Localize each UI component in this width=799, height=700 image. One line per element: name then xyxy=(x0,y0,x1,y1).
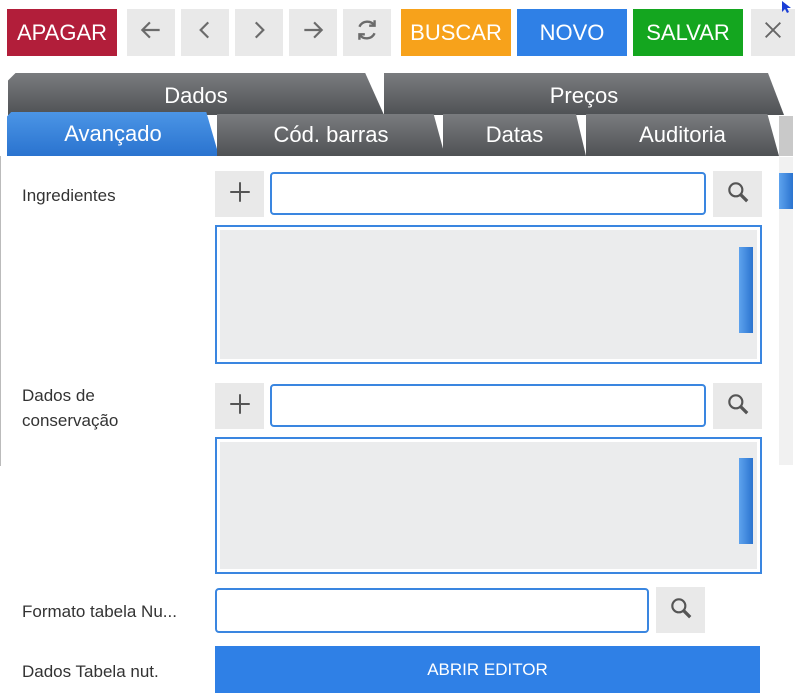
tab-precos[interactable]: Preços xyxy=(384,73,784,115)
chevron-left-icon xyxy=(192,17,218,49)
save-button[interactable]: SALVAR xyxy=(633,9,743,56)
conservation-list-scrollbar[interactable] xyxy=(739,458,753,544)
tab-auditoria[interactable]: Auditoria xyxy=(586,114,779,156)
conservation-input[interactable] xyxy=(270,384,706,427)
chevron-right-icon xyxy=(246,17,272,49)
ingredients-list-scrollbar[interactable] xyxy=(739,247,753,333)
search-icon xyxy=(725,179,751,210)
arrow-left-icon xyxy=(138,17,164,49)
conservation-list[interactable] xyxy=(215,437,762,574)
arrow-right-icon xyxy=(300,17,326,49)
nutrition-data-label: Dados Tabela nut. xyxy=(22,662,159,681)
nutrition-format-label: Formato tabela Nu... xyxy=(22,602,177,621)
tab-avancado[interactable]: Avançado xyxy=(7,112,219,156)
open-editor-button[interactable]: ABRIR EDITOR xyxy=(215,646,760,693)
delete-button[interactable]: APAGAR xyxy=(7,9,117,56)
nutrition-format-search-button[interactable] xyxy=(656,587,705,633)
add-conservation-button[interactable] xyxy=(215,383,264,429)
tab-dados[interactable]: Dados xyxy=(8,73,384,115)
close-button[interactable] xyxy=(751,9,795,56)
content-border xyxy=(0,156,1,466)
plus-icon xyxy=(227,391,253,422)
search-icon xyxy=(668,595,694,626)
ingredients-input[interactable] xyxy=(270,172,706,215)
tab-bar-filler xyxy=(779,116,793,156)
previous-record-button[interactable] xyxy=(181,9,229,56)
refresh-button[interactable] xyxy=(343,9,391,56)
last-record-button[interactable] xyxy=(289,9,337,56)
close-icon xyxy=(762,19,784,47)
search-button[interactable]: BUSCAR xyxy=(401,9,511,56)
search-icon xyxy=(725,391,751,422)
tab-datas[interactable]: Datas xyxy=(443,114,586,156)
mouse-cursor-icon xyxy=(781,0,791,14)
conservation-search-button[interactable] xyxy=(713,383,762,429)
ingredients-list[interactable] xyxy=(215,225,762,364)
ingredients-search-button[interactable] xyxy=(713,171,762,217)
add-ingredient-button[interactable] xyxy=(215,171,264,217)
nutrition-format-input[interactable] xyxy=(215,588,649,633)
conservation-list-area xyxy=(220,442,757,569)
ingredients-label: Ingredientes xyxy=(22,186,116,205)
new-button[interactable]: NOVO xyxy=(517,9,627,56)
plus-icon xyxy=(227,179,253,210)
next-record-button[interactable] xyxy=(235,9,283,56)
tab-cod-barras[interactable]: Cód. barras xyxy=(217,114,445,156)
ingredients-list-area xyxy=(220,230,757,359)
first-record-button[interactable] xyxy=(127,9,175,56)
conservation-label: Dados de conservação xyxy=(22,386,119,430)
refresh-icon xyxy=(354,17,380,49)
main-scrollbar-thumb[interactable] xyxy=(779,173,793,209)
